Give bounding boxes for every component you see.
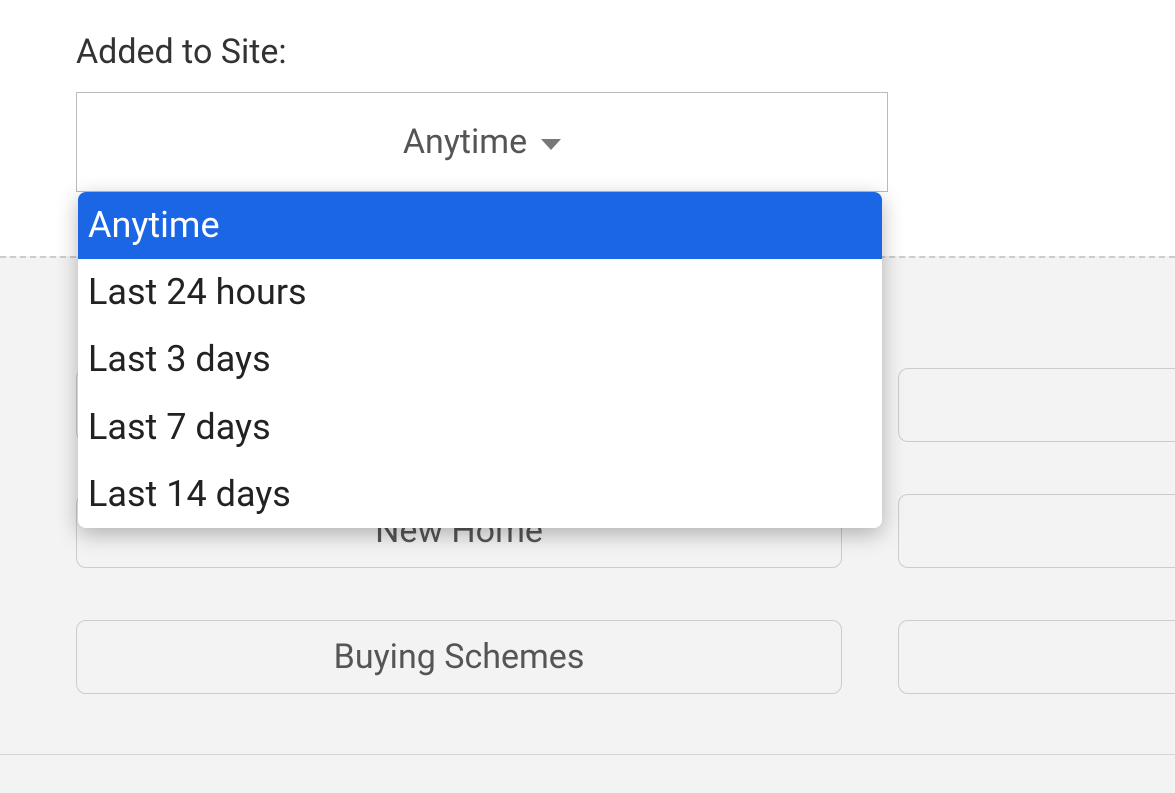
option-last-7-days[interactable]: Last 7 days: [78, 394, 882, 461]
added-to-site-label: Added to Site:: [76, 32, 1175, 72]
filter-button-1-right[interactable]: [898, 368, 1175, 442]
filter-button-3-right[interactable]: [898, 620, 1175, 694]
caret-down-icon: [541, 139, 561, 150]
bottom-divider: [0, 754, 1175, 755]
option-last-24-hours[interactable]: Last 24 hours: [78, 259, 882, 326]
added-to-site-menu: Anytime Last 24 hours Last 3 days Last 7…: [78, 192, 882, 528]
added-to-site-dropdown[interactable]: Anytime: [76, 92, 888, 192]
option-last-14-days[interactable]: Last 14 days: [78, 461, 882, 528]
added-to-site-selected-value: Anytime: [403, 122, 527, 162]
filter-button-buying-schemes[interactable]: Buying Schemes: [76, 620, 842, 694]
option-anytime[interactable]: Anytime: [78, 192, 882, 259]
filter-button-2-right[interactable]: [898, 494, 1175, 568]
option-last-3-days[interactable]: Last 3 days: [78, 326, 882, 393]
